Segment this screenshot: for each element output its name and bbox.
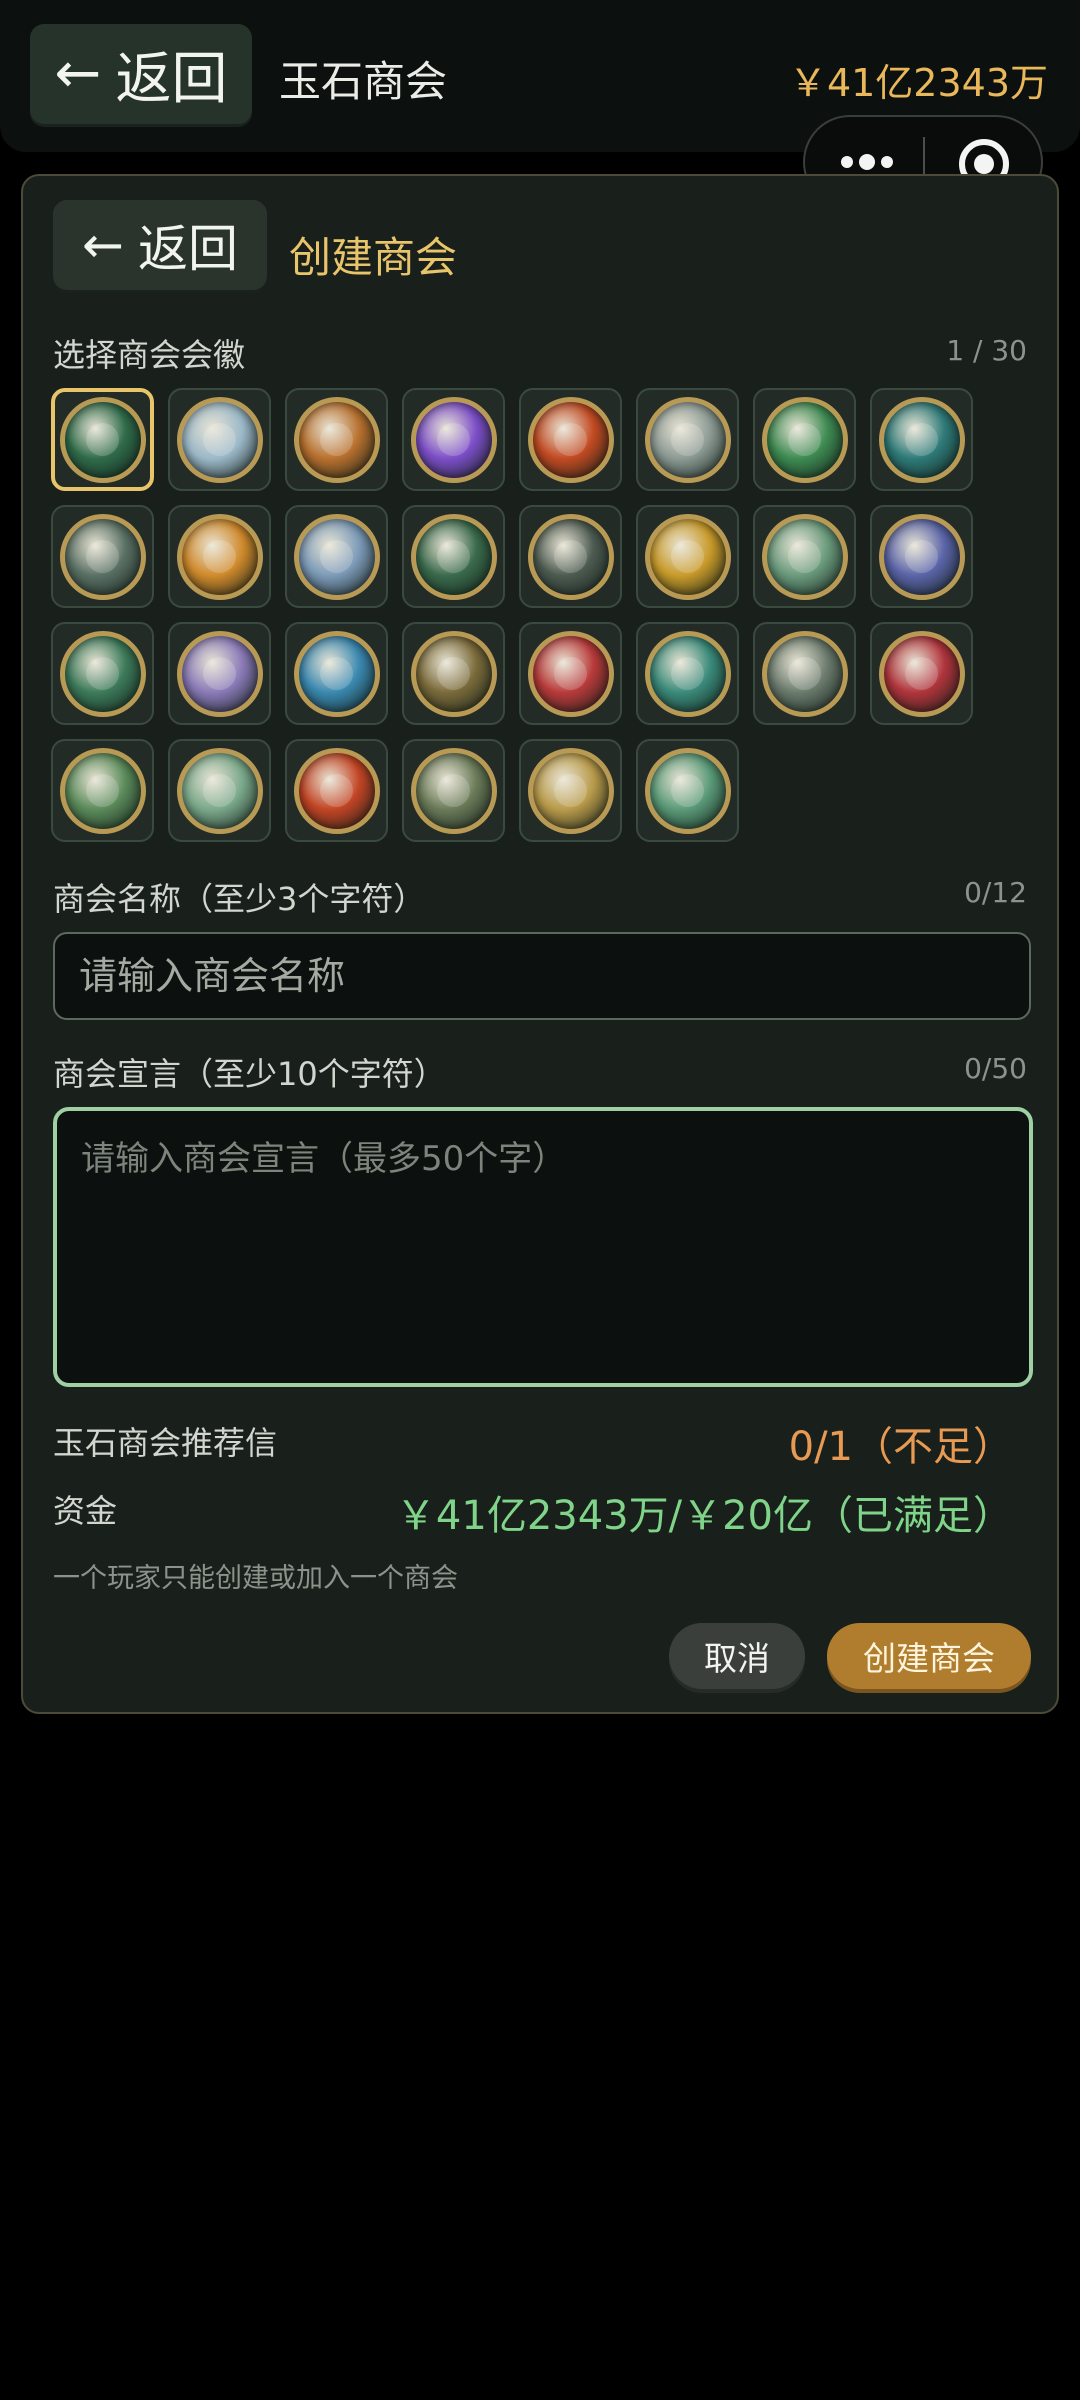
blossom-fan-icon <box>761 513 848 600</box>
emblem-tiger-shield[interactable] <box>285 388 388 491</box>
panel-back-label: 返回 <box>137 220 238 278</box>
letter-requirement-value: 0/1（不足） <box>788 1424 1013 1470</box>
manifesto-counter: 0/50 <box>964 1052 1027 1085</box>
golden-ship-icon <box>527 747 614 834</box>
golden-lantern-icon <box>176 513 263 600</box>
name-counter: 0/12 <box>964 876 1027 909</box>
crossed-swords-icon <box>59 513 146 600</box>
emblem-jade-butterfly[interactable] <box>168 739 271 842</box>
jade-coin-dragon-icon <box>59 396 146 483</box>
guild-name-input[interactable] <box>53 932 1031 1020</box>
white-crane-icon <box>176 396 263 483</box>
compass-star-icon <box>878 513 965 600</box>
teal-dragon-icon <box>878 396 965 483</box>
azure-wave-pearl-icon <box>293 630 380 717</box>
phoenix-shield-icon <box>527 396 614 483</box>
emblem-blossom-fan[interactable] <box>753 505 856 608</box>
emblem-crystal-hammer[interactable] <box>51 622 154 725</box>
silver-wolf-icon <box>293 513 380 600</box>
emblem-purple-lotus-orb[interactable] <box>402 388 505 491</box>
emblem-silver-wolf[interactable] <box>285 505 388 608</box>
emblem-crossed-swords[interactable] <box>51 505 154 608</box>
mountain-crest-icon <box>644 396 731 483</box>
emblem-azure-wave-pearl[interactable] <box>285 622 388 725</box>
red-diamond-blade-icon <box>878 630 965 717</box>
emblem-lavender-vase[interactable] <box>168 622 271 725</box>
jade-drop-ring-icon <box>761 396 848 483</box>
panel-title: 创建商会 <box>289 233 458 282</box>
crimson-flame-shield-icon <box>293 747 380 834</box>
manifesto-label: 商会宣言（至少10个字符） <box>53 1055 446 1093</box>
emblem-golden-lantern[interactable] <box>168 505 271 608</box>
create-guild-panel: ← 返回 创建商会 选择商会会徽 1 / 30 商会名称（至少3个字符） 0/1… <box>21 174 1059 1714</box>
emblem-jade-stag[interactable] <box>636 739 739 842</box>
jade-helmet-icon <box>410 513 497 600</box>
emblem-jade-drop-ring[interactable] <box>753 388 856 491</box>
jade-crossed-picks-icon <box>59 747 146 834</box>
emblem-teal-dragon[interactable] <box>870 388 973 491</box>
emblem-winged-crest[interactable] <box>519 505 622 608</box>
page-title: 玉石商会 <box>279 57 448 106</box>
money-display: ￥41亿2343万 <box>788 61 1048 105</box>
top-back-button[interactable]: ← 返回 <box>30 24 252 124</box>
bronze-bell-icon <box>410 747 497 834</box>
panel-back-button[interactable]: ← 返回 <box>53 200 267 290</box>
emblem-white-crane[interactable] <box>168 388 271 491</box>
emblem-red-diamond-blade[interactable] <box>870 622 973 725</box>
emblem-bull-skull[interactable] <box>402 622 505 725</box>
jade-butterfly-icon <box>176 747 263 834</box>
emblem-bronze-bell[interactable] <box>402 739 505 842</box>
funds-requirement-label: 资金 <box>53 1492 118 1530</box>
cancel-button[interactable]: 取消 <box>669 1623 805 1689</box>
purple-lotus-orb-icon <box>410 396 497 483</box>
emblem-peacock-fan[interactable] <box>636 622 739 725</box>
emblem-jade-coin-dragon[interactable] <box>51 388 154 491</box>
top-back-label: 返回 <box>115 46 228 112</box>
winged-crest-icon <box>527 513 614 600</box>
back-arrow-icon: ← <box>54 41 102 106</box>
crystal-hammer-icon <box>59 630 146 717</box>
funds-requirement-value: ￥41亿2343万/￥20亿（已满足） <box>395 1493 1013 1539</box>
emblem-compass-star[interactable] <box>870 505 973 608</box>
golden-lion-icon <box>644 513 731 600</box>
lavender-vase-icon <box>176 630 263 717</box>
create-guild-button[interactable]: 创建商会 <box>827 1623 1031 1689</box>
guild-manifesto-input[interactable] <box>53 1107 1033 1387</box>
emblem-mountain-crest[interactable] <box>636 388 739 491</box>
emblem-golden-lion[interactable] <box>636 505 739 608</box>
emblem-red-fox-mask[interactable] <box>519 622 622 725</box>
back-arrow-icon: ← <box>82 216 124 274</box>
emblem-phoenix-shield[interactable] <box>519 388 622 491</box>
red-fox-mask-icon <box>527 630 614 717</box>
bull-skull-icon <box>410 630 497 717</box>
emblem-grid <box>51 388 991 848</box>
peacock-fan-icon <box>644 630 731 717</box>
letter-requirement-label: 玉石商会推荐信 <box>53 1424 278 1462</box>
name-label: 商会名称（至少3个字符） <box>53 880 426 918</box>
ancient-coin-icon <box>761 630 848 717</box>
emblem-jade-helmet[interactable] <box>402 505 505 608</box>
rule-note: 一个玩家只能创建或加入一个商会 <box>53 1563 458 1594</box>
tiger-shield-icon <box>293 396 380 483</box>
jade-stag-icon <box>644 747 731 834</box>
emblem-counter: 1 / 30 <box>946 334 1027 367</box>
emblem-golden-ship[interactable] <box>519 739 622 842</box>
emblem-section-label: 选择商会会徽 <box>53 336 246 374</box>
emblem-ancient-coin[interactable] <box>753 622 856 725</box>
emblem-jade-crossed-picks[interactable] <box>51 739 154 842</box>
emblem-crimson-flame-shield[interactable] <box>285 739 388 842</box>
